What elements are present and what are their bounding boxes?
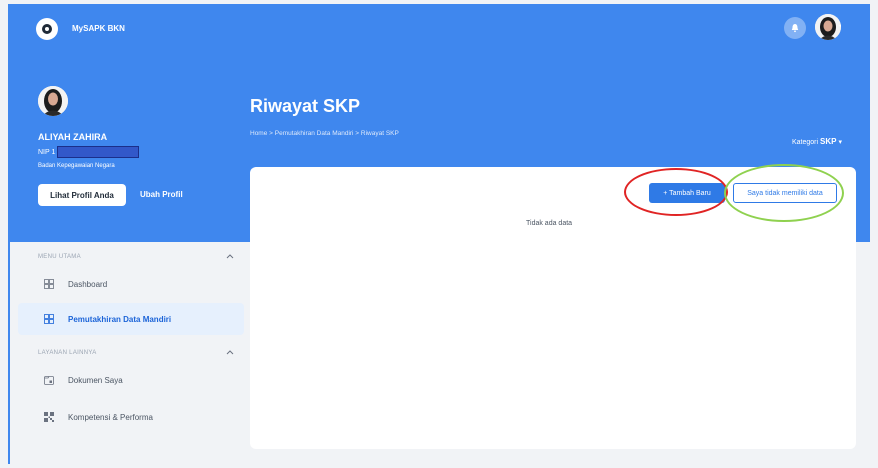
sidebar-item-kompetensi[interactable]: Kompetensi & Performa	[18, 401, 244, 433]
grid-icon	[44, 279, 54, 289]
sidebar-item-label: Pemutakhiran Data Mandiri	[68, 314, 172, 324]
nip-label: NIP 1	[38, 148, 56, 156]
kategori-label: Kategori	[792, 139, 819, 146]
view-profile-button[interactable]: Lihat Profil Anda	[38, 184, 126, 206]
qr-icon	[44, 412, 54, 422]
app-logo-icon[interactable]	[36, 18, 58, 40]
document-icon	[44, 376, 54, 385]
sidebar: MENU UTAMA Dashboard Pemutakhiran Data M…	[10, 242, 244, 464]
chevron-up-icon[interactable]	[226, 254, 234, 259]
sidebar-item-label: Kompetensi & Performa	[68, 412, 153, 422]
annotation-green-circle	[724, 164, 844, 222]
organization-name: Badan Kepegawaian Negara	[38, 163, 115, 169]
section-title-menu-utama: MENU UTAMA	[38, 254, 81, 260]
sidebar-item-label: Dashboard	[68, 279, 108, 289]
nip-row: NIP 1	[38, 146, 140, 158]
sidebar-item-dokumen-saya[interactable]: Dokumen Saya	[18, 364, 244, 396]
notification-bell-icon[interactable]	[784, 17, 806, 39]
nip-redacted-block	[57, 146, 140, 158]
kategori-dropdown[interactable]: Kategori SKP ▾	[792, 137, 842, 146]
user-name: ALIYAH ZAHIRA	[38, 132, 108, 142]
avatar-icon	[815, 14, 841, 40]
avatar-icon	[38, 86, 68, 116]
user-avatar-menu[interactable]	[815, 14, 841, 40]
app-title: MySAPK BKN	[72, 24, 125, 33]
chevron-down-icon: ▾	[838, 139, 842, 146]
section-title-layanan-lainnya: LAYANAN LAINNYA	[38, 350, 97, 356]
profile-photo	[38, 86, 68, 116]
empty-state-text: Tidak ada data	[526, 220, 573, 227]
page-title: Riwayat SKP	[250, 96, 361, 116]
sidebar-item-pemutakhiran[interactable]: Pemutakhiran Data Mandiri	[18, 303, 244, 335]
breadcrumb[interactable]: Home > Pemutakhiran Data Mandiri > Riway…	[250, 130, 399, 137]
chevron-up-icon[interactable]	[226, 350, 234, 355]
kategori-value: SKP	[820, 137, 837, 146]
annotation-red-circle	[624, 168, 728, 216]
edit-profile-link[interactable]: Ubah Profil	[140, 190, 183, 199]
grid-icon	[44, 314, 54, 324]
sidebar-item-label: Dokumen Saya	[68, 375, 123, 385]
sidebar-item-dashboard[interactable]: Dashboard	[18, 268, 244, 300]
